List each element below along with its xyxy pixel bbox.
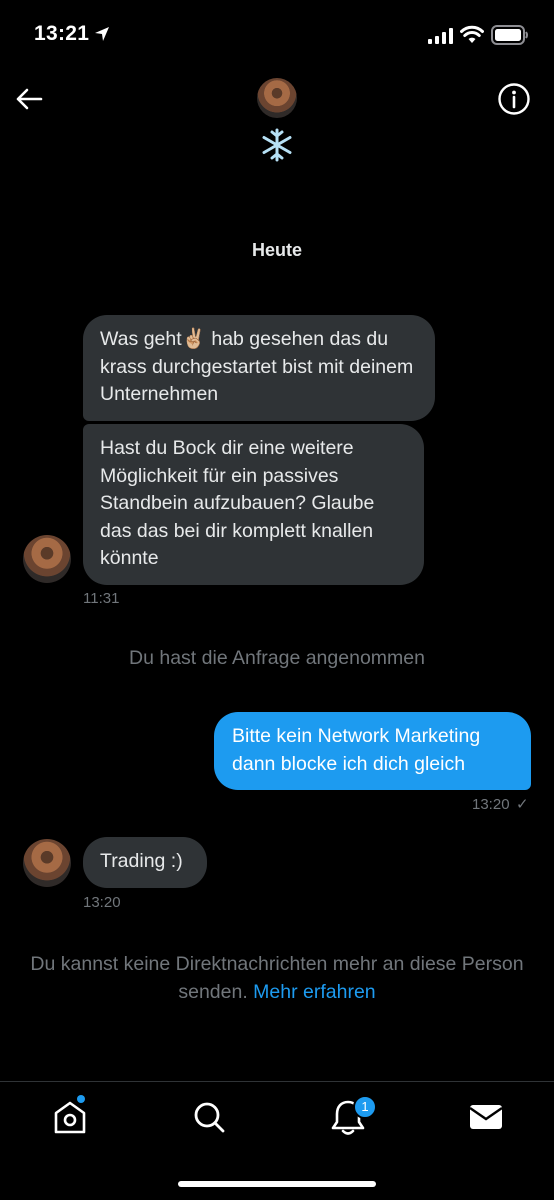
home-new-indicator	[77, 1095, 85, 1103]
back-arrow-icon[interactable]	[14, 84, 44, 114]
learn-more-link[interactable]: Mehr erfahren	[253, 981, 375, 1003]
home-indicator[interactable]	[178, 1181, 376, 1187]
message-timestamp: 13:20	[83, 894, 121, 911]
snowflake-icon	[262, 128, 292, 162]
search-icon[interactable]	[189, 1097, 229, 1137]
location-arrow-icon	[95, 27, 109, 41]
system-message: Du hast die Anfrage angenommen	[129, 647, 425, 669]
dm-restriction-notice: Du kannst keine Direktnachrichten mehr a…	[30, 950, 524, 1006]
battery-icon	[491, 25, 528, 45]
incoming-message-bubble[interactable]: Hast du Bock dir eine weitere Möglichkei…	[83, 424, 424, 585]
notifications-badge: 1	[353, 1095, 377, 1119]
tab-bar-divider	[0, 1081, 554, 1082]
message-timestamp: 11:31	[83, 590, 120, 607]
home-icon[interactable]	[50, 1097, 90, 1137]
sender-avatar[interactable]	[23, 535, 71, 583]
avatar[interactable]	[257, 78, 297, 118]
wifi-icon	[460, 25, 484, 43]
info-icon[interactable]	[497, 82, 531, 116]
outgoing-message-bubble[interactable]: Bitte kein Network Marketing dann blocke…	[214, 712, 531, 790]
status-time: 13:21	[34, 22, 90, 45]
incoming-message-bubble[interactable]: Trading :)	[83, 837, 207, 888]
sender-avatar[interactable]	[23, 839, 71, 887]
sent-check-icon: ✓	[516, 796, 529, 813]
incoming-message-bubble[interactable]: Was geht✌🏼 hab gesehen das du krass durc…	[83, 315, 435, 421]
message-timestamp: 13:20	[472, 796, 510, 813]
day-separator: Heute	[251, 240, 302, 260]
signal-icon	[428, 28, 453, 44]
mail-icon[interactable]	[466, 1097, 506, 1137]
